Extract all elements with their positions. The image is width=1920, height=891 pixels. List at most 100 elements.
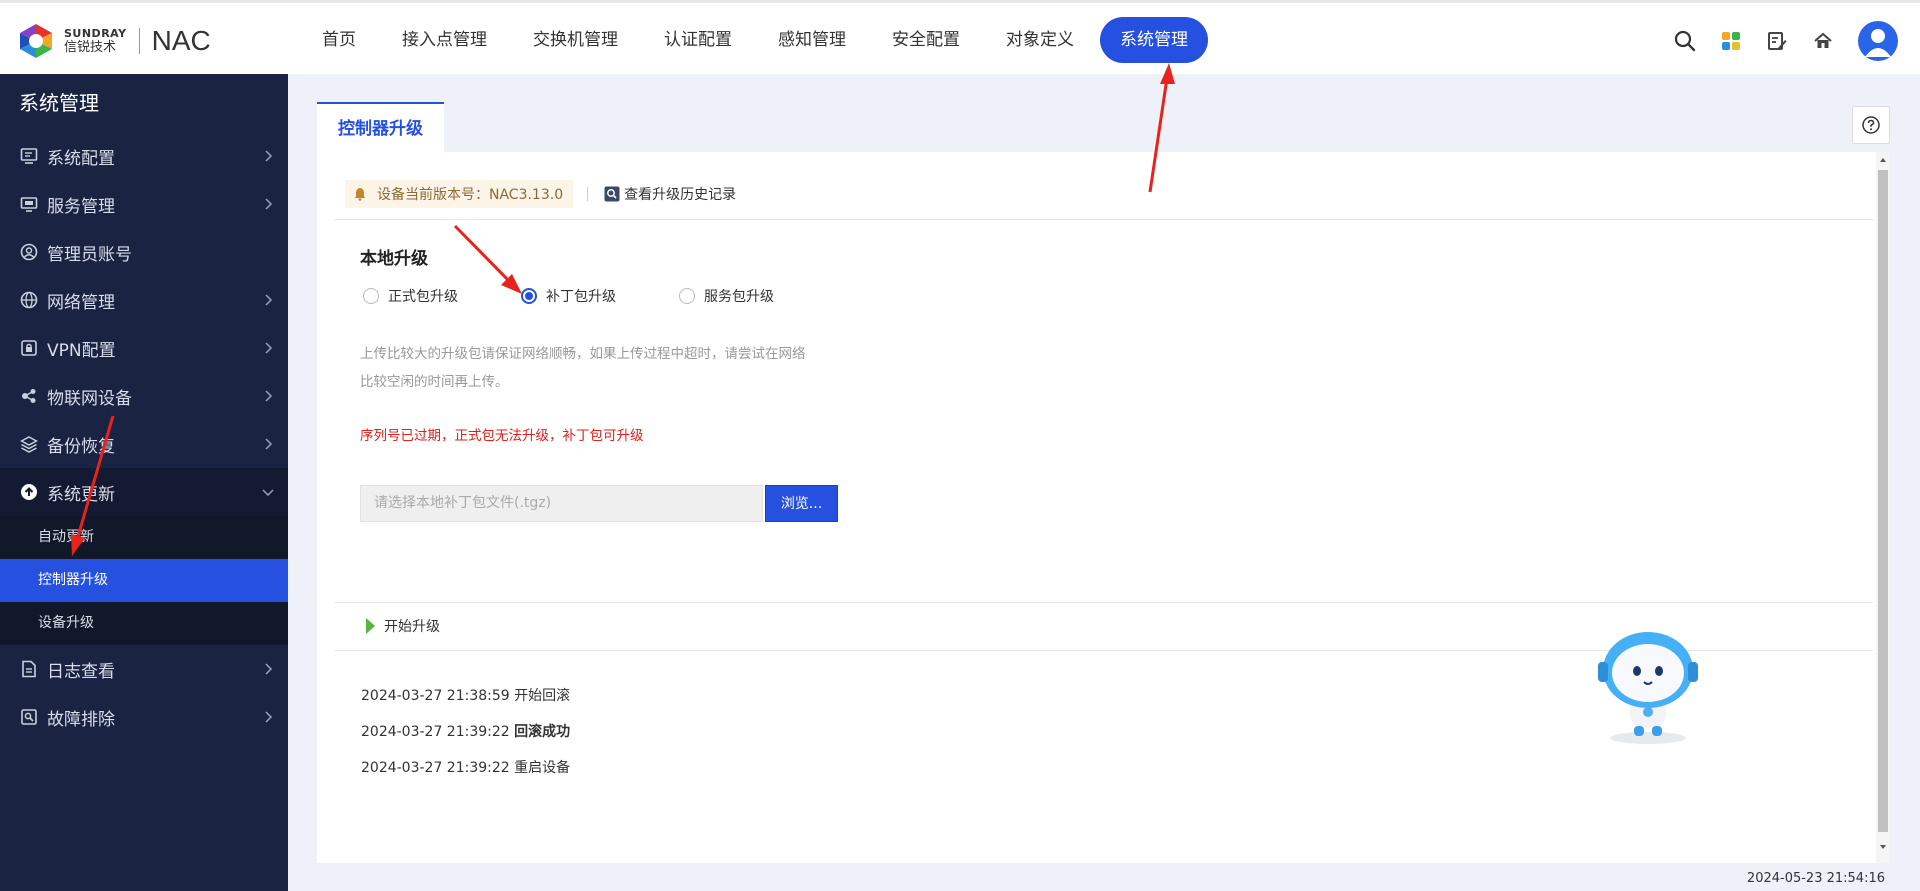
upgrade-type-radio-group: 正式包升级 补丁包升级 服务包升级 xyxy=(363,285,774,307)
sidebar-item-iot-devices[interactable]: 物联网设备 xyxy=(0,372,288,420)
radio-label: 补丁包升级 xyxy=(546,289,616,305)
log-message: 回滚成功 xyxy=(514,724,571,740)
license-warning: 序列号已过期，正式包无法升级，补丁包可升级 xyxy=(360,428,644,444)
current-version-text: 设备当前版本号：NAC3.13.0 xyxy=(377,187,564,203)
upload-icon xyxy=(19,482,39,502)
edit-icon[interactable] xyxy=(1766,30,1788,52)
sidebar-item-label: 系统更新 xyxy=(47,484,115,505)
sidebar: 系统管理 系统配置 服务管理 管理员账号 网络管理 VPN配置 物联网设备 备份… xyxy=(0,74,288,891)
scroll-up-icon[interactable] xyxy=(1878,155,1888,165)
service-icon xyxy=(19,194,39,214)
upgrade-history-label: 查看升级历史记录 xyxy=(624,187,737,203)
sidebar-item-label: 网络管理 xyxy=(47,292,115,313)
chevron-right-icon xyxy=(265,711,273,723)
doc-icon xyxy=(19,659,39,679)
log-message: 开始回滚 xyxy=(514,688,571,704)
apps-icon[interactable] xyxy=(1720,30,1742,52)
sidebar-subitem-controller-upgrade[interactable]: 控制器升级 xyxy=(0,559,288,602)
sidebar-title: 系统管理 xyxy=(19,91,99,115)
nav-awareness[interactable]: 感知管理 xyxy=(758,17,866,63)
sidebar-item-label: 物联网设备 xyxy=(47,388,132,409)
logo-divider xyxy=(138,28,140,54)
radio-label: 正式包升级 xyxy=(388,289,458,305)
search-icon[interactable] xyxy=(1674,30,1696,52)
product-name: NAC xyxy=(151,25,211,56)
sidebar-subitem-device-upgrade[interactable]: 设备升级 xyxy=(0,602,288,645)
log-entry: 2024-03-27 21:38:59 开始回滚 xyxy=(361,685,570,705)
sidebar-item-backup-restore[interactable]: 备份恢复 xyxy=(0,420,288,468)
top-bar: SUNDRAY 信锐技术 NAC 首页 接入点管理 交换机管理 认证配置 感知管… xyxy=(0,0,1920,74)
start-upgrade-button[interactable]: 开始升级 xyxy=(366,616,440,636)
nav-objects[interactable]: 对象定义 xyxy=(986,17,1094,63)
radio-label: 服务包升级 xyxy=(704,289,774,305)
sidebar-item-service-management[interactable]: 服务管理 xyxy=(0,180,288,228)
monitor-icon xyxy=(19,146,39,166)
lock-icon xyxy=(19,338,39,358)
brand-company-en: SUNDRAY xyxy=(64,27,127,40)
wrench-icon xyxy=(19,707,39,727)
radio-service-package[interactable]: 服务包升级 xyxy=(679,286,774,306)
browse-button[interactable]: 浏览... xyxy=(765,485,838,522)
robot-mascot-icon[interactable] xyxy=(1594,626,1702,746)
sidebar-item-label: 管理员账号 xyxy=(47,244,132,265)
log-time: 2024-03-27 21:39:22 xyxy=(361,724,510,740)
chevron-right-icon xyxy=(265,390,273,402)
main-nav: 首页 接入点管理 交换机管理 认证配置 感知管理 安全配置 对象定义 系统管理 xyxy=(302,17,1214,63)
log-message: 重启设备 xyxy=(514,760,571,776)
sidebar-subitem-auto-update[interactable]: 自动更新 xyxy=(0,516,288,559)
sidebar-item-log-view[interactable]: 日志查看 xyxy=(0,645,288,693)
scrollbar-thumb[interactable] xyxy=(1878,170,1888,832)
nav-switch[interactable]: 交换机管理 xyxy=(513,17,638,63)
sidebar-item-label: 日志查看 xyxy=(47,661,115,682)
sidebar-item-label: 备份恢复 xyxy=(47,436,115,457)
radio-circle xyxy=(363,288,379,304)
sidebar-item-label: VPN配置 xyxy=(47,340,116,361)
sidebar-item-admin-account[interactable]: 管理员账号 xyxy=(0,228,288,276)
chevron-right-icon xyxy=(265,294,273,306)
user-icon xyxy=(19,242,39,262)
chevron-right-icon xyxy=(265,150,273,162)
nav-system-management[interactable]: 系统管理 xyxy=(1100,17,1208,63)
sidebar-item-system-update[interactable]: 系统更新 xyxy=(0,468,288,516)
brand-logo[interactable]: SUNDRAY 信锐技术 NAC xyxy=(16,21,211,61)
upgrade-history-link[interactable]: 查看升级历史记录 xyxy=(604,184,736,204)
log-entry: 2024-03-27 21:39:22 重启设备 xyxy=(361,757,570,777)
nav-security[interactable]: 安全配置 xyxy=(872,17,980,63)
bell-icon xyxy=(354,188,366,201)
radio-circle xyxy=(521,288,537,304)
scroll-down-icon[interactable] xyxy=(1878,842,1888,852)
sidebar-item-label: 故障排除 xyxy=(47,709,115,730)
sidebar-item-network-management[interactable]: 网络管理 xyxy=(0,276,288,324)
file-path-input[interactable]: 请选择本地补丁包文件(.tgz) xyxy=(360,485,763,522)
nav-access-point[interactable]: 接入点管理 xyxy=(382,17,507,63)
log-time: 2024-03-27 21:39:22 xyxy=(361,760,510,776)
iot-icon xyxy=(19,386,39,406)
tab-controller-upgrade[interactable]: 控制器升级 xyxy=(317,102,444,152)
sidebar-item-vpn-config[interactable]: VPN配置 xyxy=(0,324,288,372)
divider xyxy=(335,602,1873,603)
current-version-chip: 设备当前版本号：NAC3.13.0 xyxy=(345,180,574,208)
radio-circle xyxy=(679,288,695,304)
nav-auth-config[interactable]: 认证配置 xyxy=(644,17,752,63)
local-upgrade-title: 本地升级 xyxy=(360,249,428,269)
divider xyxy=(587,187,589,201)
chevron-right-icon xyxy=(265,198,273,210)
start-upgrade-label: 开始升级 xyxy=(384,619,440,635)
divider xyxy=(335,219,1873,220)
globe-icon xyxy=(19,290,39,310)
footer-timestamp: 2024-05-23 21:54:16 xyxy=(1746,871,1885,886)
sidebar-item-troubleshoot[interactable]: 故障排除 xyxy=(0,693,288,741)
home-icon[interactable] xyxy=(1812,30,1834,52)
chevron-right-icon xyxy=(265,342,273,354)
radio-formal-package[interactable]: 正式包升级 xyxy=(363,286,521,306)
upload-tip-line: 比较空闲的时间再上传。 xyxy=(360,374,509,390)
radio-patch-package[interactable]: 补丁包升级 xyxy=(521,286,679,306)
nav-home[interactable]: 首页 xyxy=(302,17,376,63)
help-icon xyxy=(1862,116,1880,134)
sidebar-item-system-config[interactable]: 系统配置 xyxy=(0,132,288,180)
user-avatar[interactable] xyxy=(1858,21,1898,61)
chevron-right-icon xyxy=(265,663,273,675)
help-button[interactable] xyxy=(1852,106,1890,144)
history-search-icon xyxy=(604,186,620,202)
play-icon xyxy=(366,618,375,634)
